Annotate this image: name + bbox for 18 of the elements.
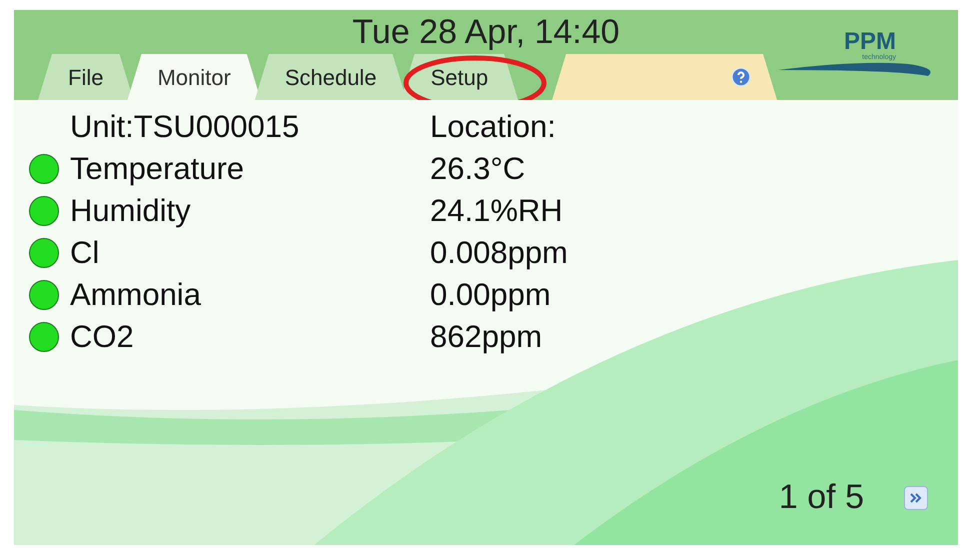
reading-value: 0.008ppm bbox=[430, 234, 568, 272]
page-indicator: 1 of 5 bbox=[778, 477, 864, 518]
reading-value: 862ppm bbox=[430, 318, 542, 356]
reading-name: Cl bbox=[70, 234, 100, 272]
reading-name: Humidity bbox=[70, 192, 192, 230]
unit-label: Unit:TSU000015 bbox=[70, 108, 300, 146]
reading-value: 26.3°C bbox=[430, 150, 526, 188]
next-page-button[interactable] bbox=[904, 486, 928, 510]
logo-title: PPM bbox=[844, 30, 896, 54]
reading-value: 0.00ppm bbox=[430, 276, 551, 314]
reading-name: CO2 bbox=[70, 318, 135, 356]
help-icon[interactable] bbox=[731, 67, 752, 87]
reading-value: 24.1%RH bbox=[430, 192, 563, 230]
date-time: Tue 28 Apr, 14:40 bbox=[352, 12, 620, 52]
location-label: Location: bbox=[430, 108, 556, 146]
double-chevron-icon bbox=[909, 492, 923, 504]
reading-name: Temperature bbox=[70, 150, 246, 188]
reading-name: Ammonia bbox=[70, 276, 202, 314]
